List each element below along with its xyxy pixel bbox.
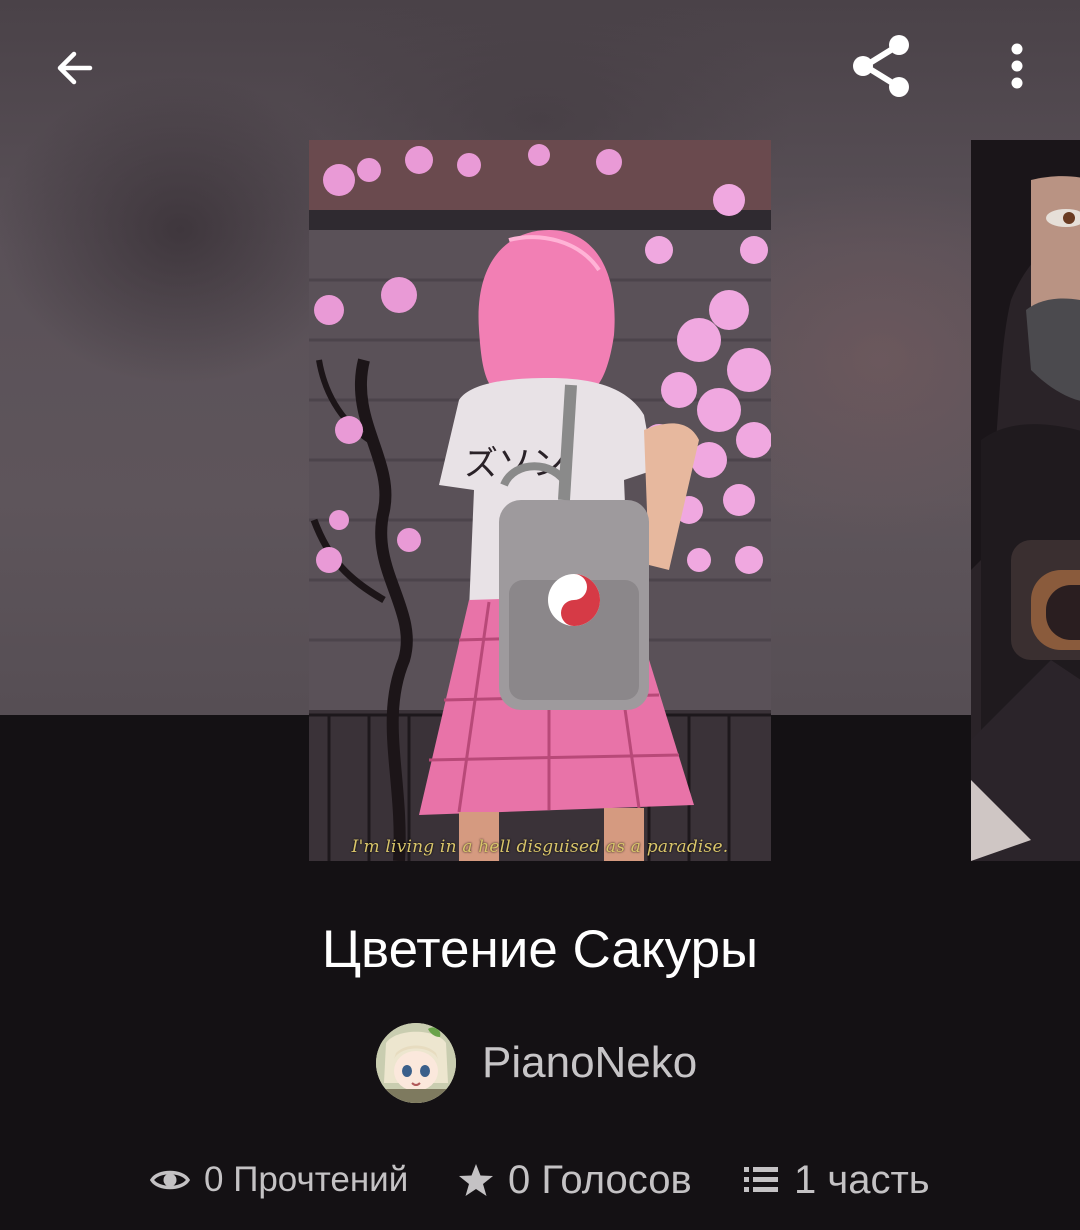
share-button[interactable] [840,28,920,104]
arrow-left-icon [57,51,93,85]
more-options-button[interactable] [990,28,1044,104]
cover-illustration: ズソン [309,140,771,861]
votes-count: 0 Голосов [508,1157,692,1202]
story-cover[interactable]: ズソン I'm living in a hell disguised as a … [309,140,771,861]
votes-stat: 0 Голосов [458,1150,692,1210]
back-button[interactable] [36,30,112,106]
avatar [376,1023,456,1103]
next-story-cover[interactable] [971,140,1080,861]
story-details-screen: ズソン I'm living in a hell disguised as a … [0,0,1080,1230]
author-name: PianoNeko [482,1038,698,1087]
svg-text:ズソン: ズソン [464,444,566,484]
reads-stat: 0 Прочтений [150,1150,408,1210]
reads-count: 0 Прочтений [204,1160,409,1199]
parts-stat[interactable]: 1 часть [744,1150,930,1210]
share-icon [853,35,909,97]
star-icon [458,1163,494,1197]
author-link[interactable]: PianoNeko [376,1022,697,1104]
story-stats: 0 Прочтений 0 Голосов 1 часть [0,1150,1080,1210]
cover-caption: I'm living in a hell disguised as a para… [351,837,729,857]
eye-icon [150,1165,190,1195]
more-vertical-icon [1011,43,1023,89]
story-title: Цветение Сакуры [321,920,759,979]
next-cover-illustration [971,140,1080,861]
parts-count: 1 часть [794,1157,930,1202]
list-icon [744,1164,780,1196]
avatar-image [376,1023,456,1103]
